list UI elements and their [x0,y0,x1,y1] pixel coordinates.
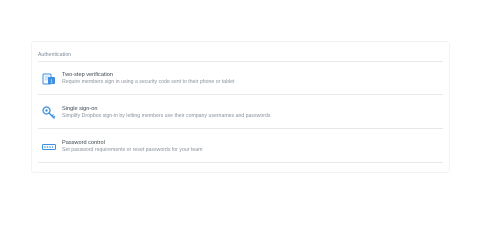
item-title: Password control [62,140,105,146]
item-title: Two-step verification [62,72,113,78]
row-divider [38,128,443,129]
authentication-panel: Authentication 1 Two-step verification R… [31,41,450,173]
key-icon [42,106,56,119]
row-divider [38,94,443,95]
item-description: Set password requirements or reset passw… [62,147,203,153]
item-description: Require members sign in using a security… [62,79,235,85]
item-description: Simplify Dropbox sign-in by letting memb… [62,113,271,119]
section-header: Authentication [38,52,72,58]
item-title: Single sign-on [62,106,98,112]
two-step-verification-row[interactable]: 1 Two-step verification Require members … [38,62,443,95]
password-control-row[interactable]: Password control Set password requiremen… [38,130,443,163]
row-divider [38,162,443,163]
password-field-icon [42,140,56,152]
single-sign-on-row[interactable]: Single sign-on Simplify Dropbox sign-in … [38,96,443,129]
phone-verification-icon: 1 [42,72,56,85]
